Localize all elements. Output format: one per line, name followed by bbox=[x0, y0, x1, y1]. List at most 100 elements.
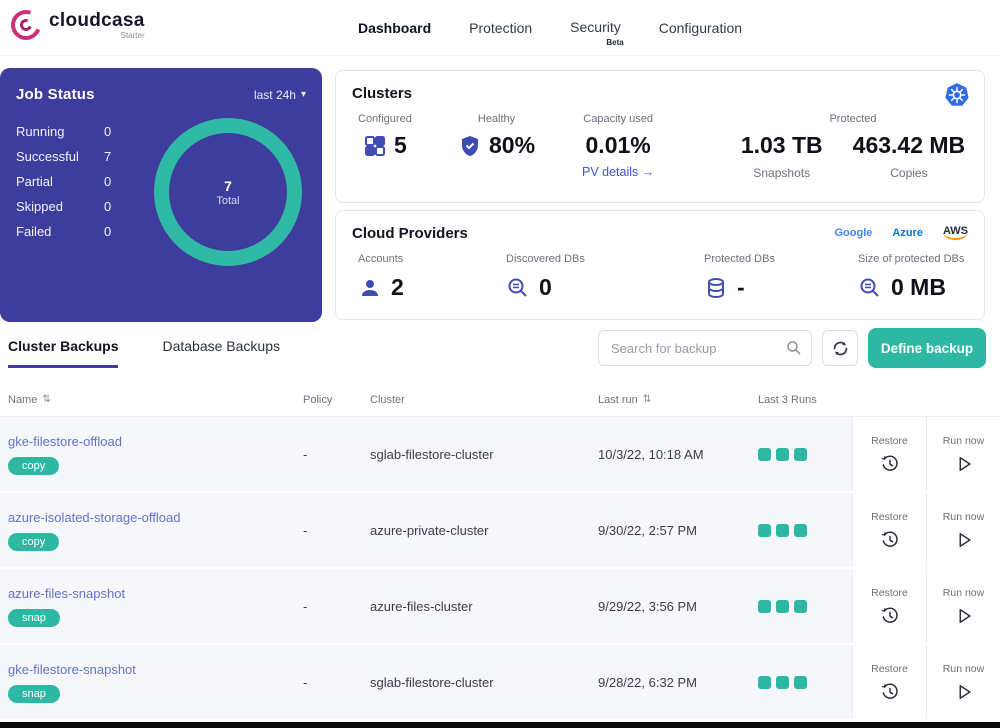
last-3-runs-indicator bbox=[758, 524, 852, 537]
name-cell: azure-files-snapshot snap bbox=[8, 586, 303, 627]
stat-accounts: Accounts 2 bbox=[358, 253, 404, 301]
table-row[interactable]: gke-filestore-offload copy - sglab-files… bbox=[0, 417, 1000, 493]
discovered-dbs-value: 0 bbox=[539, 274, 552, 301]
copies-label: Copies bbox=[890, 166, 927, 180]
run-now-action[interactable]: Run now bbox=[926, 493, 1000, 567]
tab-cluster-backups[interactable]: Cluster Backups bbox=[8, 338, 118, 368]
row-actions: Restore Run now bbox=[852, 417, 1000, 491]
stat-configured: Configured 5 bbox=[358, 113, 412, 159]
run-now-icon[interactable] bbox=[954, 606, 974, 626]
run-now-icon[interactable] bbox=[954, 530, 974, 550]
backup-name-link[interactable]: azure-isolated-storage-offload bbox=[8, 510, 180, 525]
cloud-providers-title: Cloud Providers bbox=[352, 225, 468, 242]
stat-capacity-used: Capacity used 0.01% PV details → bbox=[582, 113, 654, 179]
job-status-label: Failed bbox=[16, 224, 104, 239]
job-status-label: Partial bbox=[16, 174, 104, 189]
table-row[interactable]: gke-filestore-snapshot snap - sglab-file… bbox=[0, 645, 1000, 721]
job-status-title: Job Status bbox=[16, 86, 95, 103]
last-3-runs-indicator bbox=[758, 448, 852, 461]
search-input[interactable] bbox=[598, 330, 812, 366]
restore-action[interactable]: Restore bbox=[853, 569, 926, 643]
job-status-row: Successful7 bbox=[16, 144, 154, 169]
table-row[interactable]: azure-files-snapshot snap - azure-files-… bbox=[0, 569, 1000, 645]
run-now-action[interactable]: Run now bbox=[926, 569, 1000, 643]
refresh-button[interactable] bbox=[822, 330, 858, 366]
snapshots-value: 1.03 TB bbox=[741, 132, 823, 159]
define-backup-button[interactable]: Define backup bbox=[868, 328, 986, 368]
col-name[interactable]: Name⇅ bbox=[8, 394, 303, 406]
search-icon[interactable] bbox=[785, 339, 803, 357]
job-status-label: Running bbox=[16, 124, 104, 139]
protected-label: Protected bbox=[829, 113, 876, 125]
table-row[interactable]: azure-isolated-storage-offload copy - az… bbox=[0, 493, 1000, 569]
restore-action[interactable]: Restore bbox=[853, 645, 926, 719]
nav-configuration[interactable]: Configuration bbox=[659, 20, 742, 36]
search-db-icon bbox=[506, 276, 530, 300]
backup-name-link[interactable]: gke-filestore-offload bbox=[8, 434, 122, 449]
restore-icon[interactable] bbox=[880, 682, 900, 702]
cluster-cell: sglab-filestore-cluster bbox=[370, 447, 598, 462]
azure-logo[interactable]: Azure bbox=[892, 227, 923, 239]
sort-icon[interactable]: ⇅ bbox=[643, 394, 651, 405]
run-status-square bbox=[794, 524, 807, 537]
last-run-cell: 9/30/22, 2:57 PM bbox=[598, 523, 758, 538]
nav-security[interactable]: Security bbox=[570, 19, 621, 35]
backup-type-badge: copy bbox=[8, 457, 59, 475]
cluster-cell: azure-files-cluster bbox=[370, 599, 598, 614]
restore-icon[interactable] bbox=[880, 530, 900, 550]
job-status-header: Job Status last 24h ▾ bbox=[0, 68, 322, 103]
backup-name-link[interactable]: azure-files-snapshot bbox=[8, 586, 125, 601]
backups-tabs: Cluster Backups Database Backups bbox=[8, 338, 280, 368]
restore-icon[interactable] bbox=[880, 606, 900, 626]
last-3-runs-indicator bbox=[758, 600, 852, 613]
last-run-cell: 9/28/22, 6:32 PM bbox=[598, 675, 758, 690]
col-policy: Policy bbox=[303, 394, 370, 406]
accounts-label: Accounts bbox=[358, 253, 404, 265]
time-range-dropdown[interactable]: last 24h ▾ bbox=[254, 88, 306, 102]
run-now-action[interactable]: Run now bbox=[926, 645, 1000, 719]
tab-database-backups[interactable]: Database Backups bbox=[162, 338, 280, 368]
sort-icon[interactable]: ⇅ bbox=[42, 394, 50, 405]
search-db-icon bbox=[858, 276, 882, 300]
name-cell: gke-filestore-snapshot snap bbox=[8, 662, 303, 703]
brand[interactable]: cloudcasa Starter bbox=[10, 9, 145, 41]
last-run-cell: 9/29/22, 3:56 PM bbox=[598, 599, 758, 614]
policy-cell: - bbox=[303, 523, 370, 538]
job-status-label: Successful bbox=[16, 149, 104, 164]
run-now-icon[interactable] bbox=[954, 682, 974, 702]
nav-dashboard[interactable]: Dashboard bbox=[358, 20, 431, 36]
protected-db-size-label: Size of protected DBs bbox=[858, 253, 964, 265]
backup-name-link[interactable]: gke-filestore-snapshot bbox=[8, 662, 136, 677]
provider-logos: Google Azure AWS bbox=[834, 225, 968, 240]
snapshots-stat: 1.03 TB Snapshots bbox=[741, 132, 823, 180]
run-status-square bbox=[776, 676, 789, 689]
backup-type-badge: copy bbox=[8, 533, 59, 551]
snapshots-label: Snapshots bbox=[753, 166, 810, 180]
restore-icon[interactable] bbox=[880, 454, 900, 474]
nav-protection[interactable]: Protection bbox=[469, 20, 532, 36]
pv-details-link[interactable]: PV details → bbox=[582, 165, 654, 179]
row-actions: Restore Run now bbox=[852, 569, 1000, 643]
configured-value: 5 bbox=[394, 132, 407, 159]
refresh-icon bbox=[831, 339, 850, 358]
col-last-run[interactable]: Last run⇅ bbox=[598, 394, 758, 406]
aws-logo[interactable]: AWS bbox=[943, 225, 968, 240]
discovered-dbs-label: Discovered DBs bbox=[506, 253, 585, 265]
run-now-icon[interactable] bbox=[954, 454, 974, 474]
policy-cell: - bbox=[303, 447, 370, 462]
brand-plan: Starter bbox=[121, 31, 145, 40]
stat-protected-group: Protected 1.03 TB Snapshots 463.42 MB Co… bbox=[728, 113, 978, 180]
col-last-3-runs: Last 3 Runs bbox=[758, 394, 852, 406]
protected-dbs-label: Protected DBs bbox=[704, 253, 775, 265]
run-now-action[interactable]: Run now bbox=[926, 417, 1000, 491]
run-status-square bbox=[776, 600, 789, 613]
configured-label: Configured bbox=[358, 113, 412, 125]
job-status-label: Skipped bbox=[16, 199, 104, 214]
job-status-value: 0 bbox=[104, 174, 111, 189]
kubernetes-icon[interactable] bbox=[944, 82, 970, 108]
restore-action[interactable]: Restore bbox=[853, 417, 926, 491]
google-cloud-logo[interactable]: Google bbox=[834, 227, 872, 239]
restore-action[interactable]: Restore bbox=[853, 493, 926, 567]
job-status-row: Running0 bbox=[16, 119, 154, 144]
backup-search bbox=[598, 330, 812, 366]
